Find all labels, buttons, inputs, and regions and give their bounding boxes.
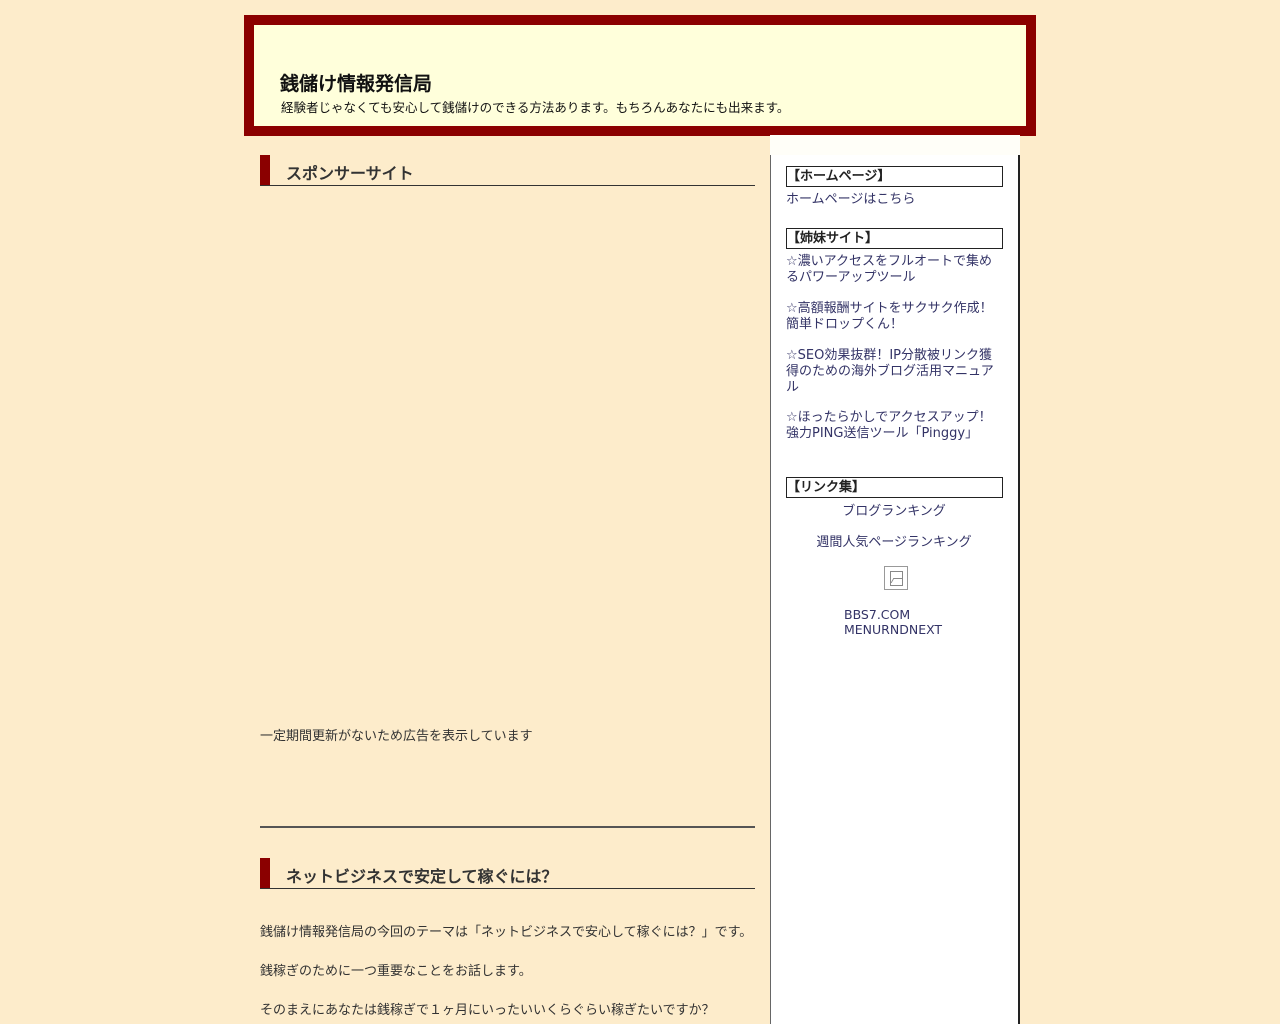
sidebar-title-homepage: 【ホームページ】 [786, 166, 1003, 187]
site-title[interactable]: 銭儲け情報発信局 [280, 69, 432, 96]
sponsor-section-title: スポンサーサイト [260, 155, 755, 186]
sidebar-title-sister-sites: 【姉妹サイト】 [786, 228, 1003, 249]
bbs-link[interactable]: BBS7.COM MENURNDNEXT [844, 607, 942, 637]
entry-title[interactable]: ネットビジネスで安定して稼ぐには？ [286, 863, 558, 887]
homepage-link[interactable]: ホームページはこちら [786, 192, 998, 208]
divider [260, 826, 755, 828]
site-header: 銭儲け情報発信局 経験者じゃなくても安心して銭儲けのできる方法あります。もちろん… [244, 15, 1036, 136]
sister-site-link[interactable]: ☆ほったらかしでアクセスアップ！強力PING送信ツール「Pinggy」 [786, 410, 998, 442]
sister-site-link[interactable]: ☆SEO効果抜群！IP分散被リンク獲得のための海外ブログ活用マニュアル [786, 348, 998, 396]
sister-site-link[interactable]: ☆濃いアクセスをフルオートで集めるパワーアップツール [786, 254, 998, 286]
sister-site-link[interactable]: ☆高額報酬サイトをサクサク作成！簡単ドロップくん！ [786, 301, 998, 333]
sidebar: 【ホームページ】 ホームページはこちら 【姉妹サイト】 ☆濃いアクセスをフルオー… [770, 155, 1020, 1024]
entry: ネットビジネスで安定して稼ぐには？ 銭儲け情報発信局の今回のテーマは「ネットビジ… [260, 858, 755, 1018]
blog-ranking-link[interactable]: ブログランキング [786, 504, 1002, 520]
weekly-ranking-link[interactable]: 週間人気ページランキング [786, 535, 1002, 551]
title-marker [260, 858, 270, 888]
sidebar-top-strip [770, 135, 1020, 155]
sponsor-heading: スポンサーサイト [286, 164, 414, 183]
site-description: 経験者じゃなくても安心して銭儲けのできる方法あります。もちろんあなたにも出来ます… [281, 100, 790, 115]
entry-title-bar: ネットビジネスで安定して稼ぐには？ [260, 858, 755, 889]
title-marker [260, 155, 270, 185]
ad-notice: 一定期間更新がないため広告を表示しています [260, 729, 533, 744]
entry-paragraph: 銭儲け情報発信局の今回のテーマは「ネットビジネスで安心して稼ぐには？」です。 [260, 925, 753, 940]
bbs-line1: BBS7.COM [844, 607, 911, 622]
entry-paragraph: そのまえにあなたは銭稼ぎで１ヶ月にいったいいくらぐらい稼ぎたいですか？ [260, 1003, 715, 1018]
entry-paragraph: 銭稼ぎのために一つ重要なことをお話します。 [260, 964, 532, 979]
sidebar-title-links: 【リンク集】 [786, 477, 1003, 498]
bbs-line2: MENURNDNEXT [844, 622, 943, 637]
broken-image-icon[interactable] [884, 566, 908, 590]
main-content: スポンサーサイト 一定期間更新がないため広告を表示しています ネットビジネスで安… [260, 155, 755, 1018]
